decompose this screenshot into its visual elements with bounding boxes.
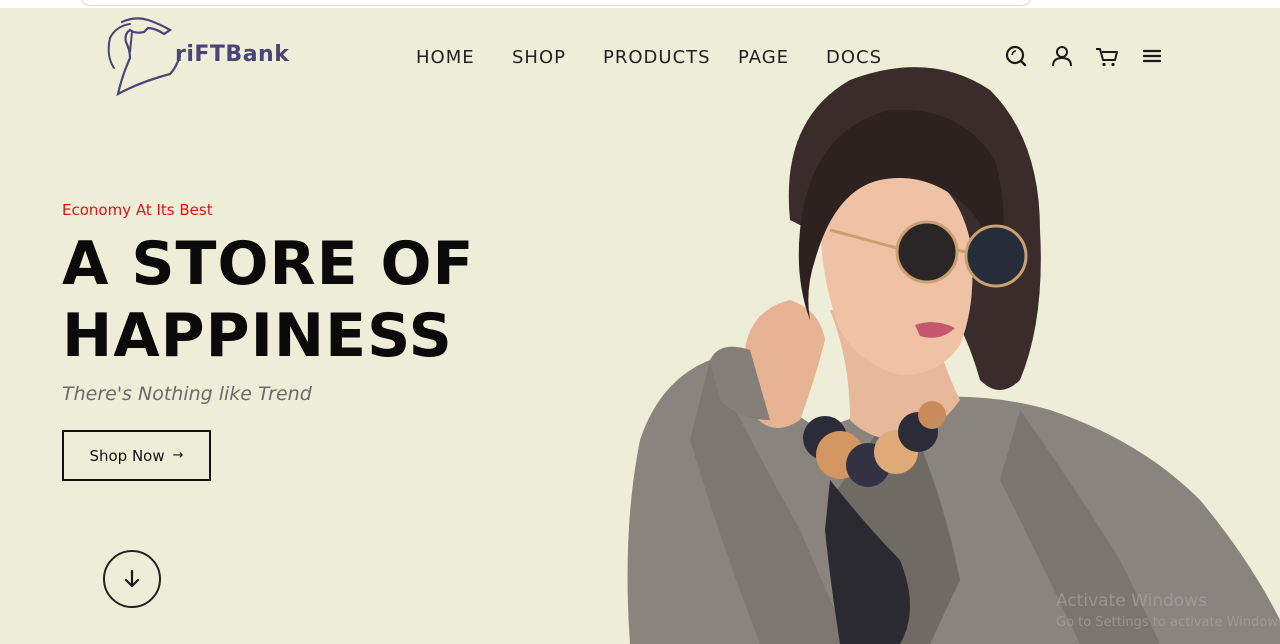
arrow-down-icon [124,569,140,588]
logo-text: riFTBank [175,42,290,67]
hero-title: A STORE OF HAPPINESS [62,228,475,372]
site-logo[interactable]: riFTBank [100,16,290,98]
watermark-line-1: Activate Windows [1056,591,1207,611]
nav-home[interactable]: HOME [416,47,475,68]
arrow-right-icon: → [172,448,184,463]
shop-now-label: Shop Now [89,446,165,465]
shop-now-button[interactable]: Shop Now → [62,430,211,481]
nav-shop[interactable]: SHOP [512,47,566,68]
hero-tagline: Economy At Its Best [62,201,213,219]
hero-title-line-2: HAPPINESS [62,301,453,371]
hero-title-line-1: A STORE OF [62,229,475,299]
scroll-down-button[interactable] [103,550,161,608]
hero-model-image [627,67,1280,644]
browser-top-strip [0,0,1280,8]
watermark-line-2: Go to Settings to activate Windows. [1056,615,1280,630]
address-bar-edge [80,0,1032,6]
windows-activation-watermark: Activate Windows Go to Settings to activ… [1056,590,1280,634]
hero-subtitle: There's Nothing like Trend [62,383,312,405]
